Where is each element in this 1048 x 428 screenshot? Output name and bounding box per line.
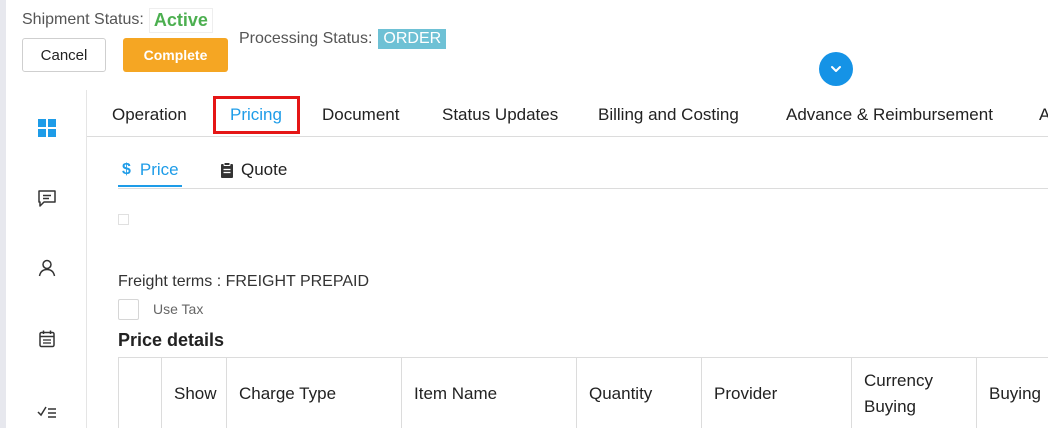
processing-status-label: Processing Status:	[239, 30, 373, 47]
table-header-quantity[interactable]: Quantity	[577, 358, 702, 428]
subtab-price-label: Price	[139, 160, 179, 179]
shipment-status-value: Active	[148, 7, 213, 33]
user-icon[interactable]	[36, 257, 58, 279]
checklist-icon[interactable]	[36, 398, 58, 420]
table-header-charge-type[interactable]: Charge Type	[227, 358, 402, 428]
tab-document[interactable]: Document	[322, 105, 399, 125]
tab-overflow[interactable]: A	[1039, 105, 1048, 125]
table-header-buying[interactable]: Buying	[977, 358, 1048, 428]
table-header-currency-buying[interactable]: Currency Buying	[852, 358, 977, 428]
subtab-active-underline	[118, 185, 182, 187]
message-icon[interactable]	[36, 187, 58, 209]
table-header-show[interactable]: Show	[162, 358, 227, 428]
subtab-quote[interactable]: Quote	[220, 160, 287, 180]
use-tax-checkbox[interactable]	[118, 299, 139, 320]
table-header-provider[interactable]: Provider	[702, 358, 852, 428]
subtab-bar: $ Price Quote	[118, 148, 1048, 189]
shipment-status: Shipment Status: Active	[22, 7, 213, 33]
freight-terms: Freight terms : FREIGHT PREPAID	[118, 273, 370, 290]
calendar-icon[interactable]	[36, 328, 58, 350]
currency-buying-line1: Currency	[864, 370, 933, 390]
price-details-table: Show Charge Type Item Name Quantity Prov…	[118, 357, 1048, 428]
complete-button[interactable]: Complete	[123, 38, 228, 72]
subtab-quote-label: Quote	[241, 160, 288, 179]
cancel-button[interactable]: Cancel	[22, 38, 106, 72]
shipment-status-label: Shipment Status:	[22, 11, 144, 28]
chevron-down-icon	[831, 66, 841, 72]
pricing-tab-highlight	[213, 96, 300, 134]
dashboard-icon[interactable]	[36, 117, 58, 139]
tab-operation[interactable]: Operation	[112, 105, 187, 125]
price-details-title: Price details	[118, 330, 225, 350]
tab-advance-reimbursement[interactable]: Advance & Reimbursement	[786, 105, 993, 125]
currency-buying-line2: Buying	[864, 396, 916, 416]
shipment-page: Shipment Status: Active Cancel Complete …	[0, 0, 1048, 428]
tab-status-updates[interactable]: Status Updates	[442, 105, 558, 125]
small-checkbox[interactable]	[118, 214, 129, 225]
expand-button[interactable]	[819, 52, 853, 86]
tab-billing-and-costing[interactable]: Billing and Costing	[598, 105, 739, 125]
processing-status: Processing Status: ORDER	[239, 26, 447, 52]
subtab-price[interactable]: $ Price	[122, 160, 179, 180]
processing-status-badge: ORDER	[378, 29, 447, 49]
table-header-select[interactable]	[119, 358, 162, 428]
clipboard-icon	[221, 162, 233, 178]
sidebar	[6, 90, 87, 428]
dollar-icon: $	[122, 161, 131, 178]
use-tax-label: Use Tax	[153, 301, 204, 317]
table-header-item-name[interactable]: Item Name	[402, 358, 577, 428]
